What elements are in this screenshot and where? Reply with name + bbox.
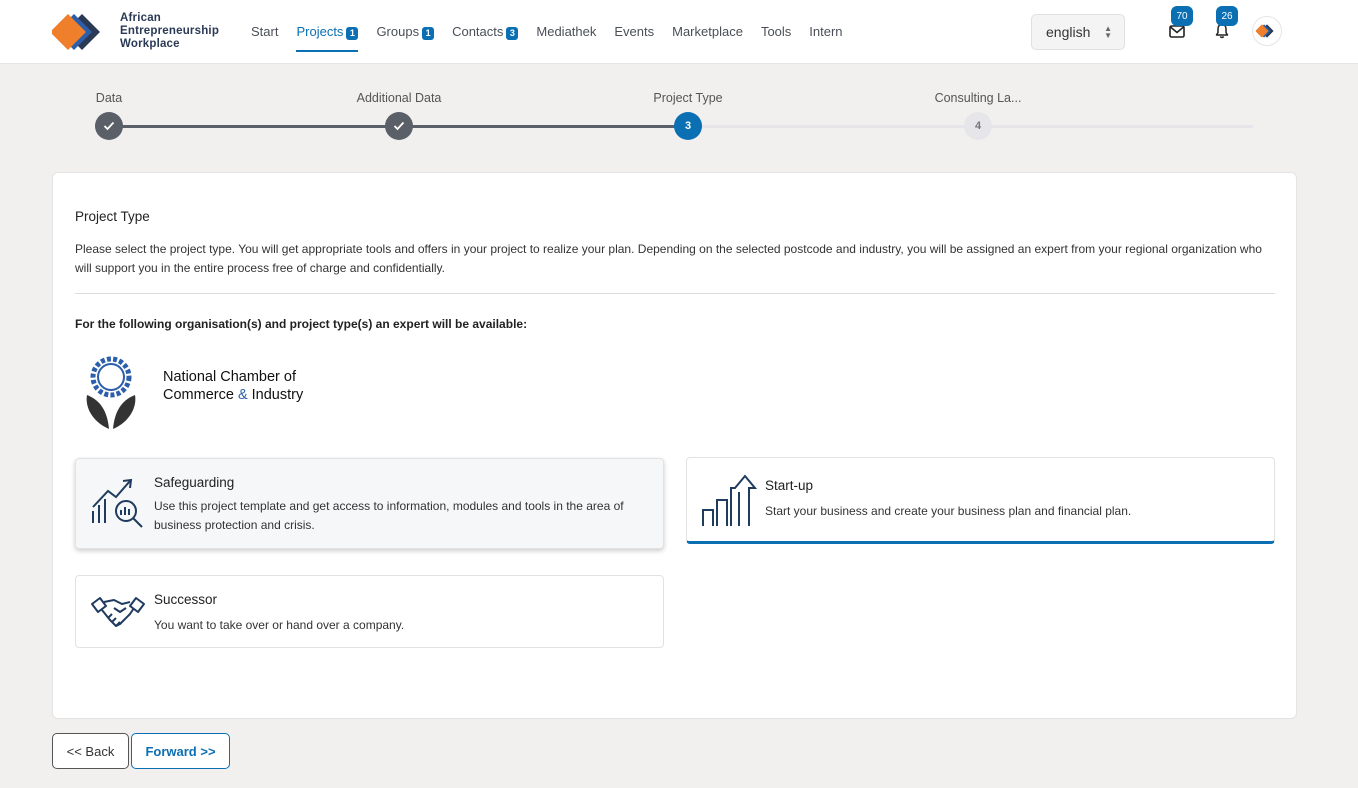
messages-button[interactable]: 70 — [1166, 6, 1193, 42]
project-type-card: Project Type Please select the project t… — [52, 172, 1297, 719]
magnifier-chart-icon — [92, 478, 143, 528]
language-select-value: english — [1046, 24, 1091, 40]
messages-count: 70 — [1171, 6, 1193, 26]
step-label-data: Data — [95, 91, 123, 105]
section-description: Please select the project type. You will… — [75, 242, 1262, 275]
divider — [75, 293, 1275, 294]
nav-tools[interactable]: Tools — [761, 0, 791, 64]
org-name-part-b: Industry — [247, 387, 304, 403]
step-data[interactable] — [95, 112, 123, 140]
nav-groups[interactable]: Groups 1 — [376, 0, 435, 64]
check-icon — [103, 121, 115, 131]
nav-projects-label: Projects — [296, 24, 344, 39]
progress-stepper: Data Additional Data Project Type 3 Cons… — [0, 64, 1358, 164]
org-name-ampersand: & — [237, 387, 248, 403]
project-type-successor[interactable]: Successor You want to take over or hand … — [75, 575, 664, 648]
step-label-additional-data: Additional Data — [356, 91, 442, 105]
main-nav: Start Projects 1 Groups 1 Contacts 3 Mediat… — [251, 0, 861, 64]
org-name-part-a: Commerce — [163, 387, 238, 403]
nav-contacts-badge: 3 — [506, 26, 519, 40]
nav-mediathek[interactable]: Mediathek — [536, 0, 596, 64]
brand-name: African Entrepreneurship Workplace — [120, 12, 219, 51]
notifications-count: 26 — [1216, 6, 1238, 26]
project-type-startup[interactable]: Start-up Start your business and create … — [686, 457, 1275, 544]
step-project-type[interactable]: 3 — [674, 112, 702, 140]
handshake-icon — [91, 597, 145, 627]
notifications-button[interactable]: 26 — [1211, 6, 1238, 42]
nav-contacts-label: Contacts — [452, 24, 504, 39]
type-desc-startup: Start your business and create your busi… — [765, 504, 1132, 518]
step-additional-data[interactable] — [385, 112, 413, 140]
org-name-line-1: National Chamber of — [163, 369, 296, 385]
check-icon — [393, 121, 405, 131]
brand-line-2: Entrepreneurship — [120, 25, 220, 37]
user-avatar[interactable] — [1252, 16, 1282, 46]
logo-mark-icon — [52, 14, 100, 50]
type-desc-safeguarding: Use this project template and get access… — [154, 499, 624, 532]
organisation-name: National Chamber of Commerce & Industry — [163, 368, 303, 404]
growth-arrow-icon — [702, 474, 757, 526]
language-select[interactable]: english ▲ ▼ — [1031, 14, 1125, 50]
nav-intern[interactable]: Intern — [809, 0, 842, 64]
brand-line-1: African — [120, 12, 162, 24]
type-desc-successor: You want to take over or hand over a com… — [154, 618, 405, 632]
top-header: African Entrepreneurship Workplace Start… — [0, 0, 1358, 64]
envelope-icon — [1169, 24, 1185, 38]
project-type-safeguarding[interactable]: Safeguarding Use this project template a… — [75, 458, 664, 549]
type-title-safeguarding: Safeguarding — [154, 475, 235, 490]
step-label-project-type: Project Type — [653, 91, 723, 105]
nav-intern-label: Intern — [809, 24, 843, 39]
nav-tools-label: Tools — [760, 24, 792, 39]
nav-groups-badge: 1 — [422, 26, 435, 40]
avatar-logo-icon — [1256, 24, 1274, 38]
forward-button[interactable]: Forward >> — [131, 733, 230, 769]
section-title: Project Type — [75, 209, 150, 224]
step-label-consulting: Consulting La... — [934, 91, 1022, 105]
type-title-successor: Successor — [154, 592, 218, 607]
organisation-logo: National Chamber of Commerce & Industry — [75, 347, 345, 431]
chamber-emblem-icon — [86, 356, 136, 429]
nav-projects-badge: 1 — [346, 26, 359, 40]
nav-projects[interactable]: Projects 1 — [296, 0, 359, 64]
brand-logo[interactable]: African Entrepreneurship Workplace — [52, 12, 232, 52]
select-arrows-icon: ▲ ▼ — [1104, 24, 1112, 40]
nav-start-label: Start — [251, 24, 279, 39]
nav-start[interactable]: Start — [251, 0, 278, 64]
nav-mediathek-label: Mediathek — [536, 24, 597, 39]
nav-contacts[interactable]: Contacts 3 — [452, 0, 519, 64]
nav-marketplace-label: Marketplace — [672, 24, 743, 39]
nav-groups-label: Groups — [376, 24, 420, 39]
type-title-startup: Start-up — [765, 478, 814, 493]
nav-marketplace[interactable]: Marketplace — [672, 0, 743, 64]
step-consulting: 4 — [964, 112, 992, 140]
brand-line-3: Workplace — [120, 38, 180, 50]
back-button[interactable]: << Back — [52, 733, 129, 769]
nav-events[interactable]: Events — [614, 0, 654, 64]
nav-events-label: Events — [614, 24, 655, 39]
org-name-line-2: Commerce & Industry — [163, 386, 303, 404]
org-heading: For the following organisation(s) and pr… — [75, 317, 528, 331]
